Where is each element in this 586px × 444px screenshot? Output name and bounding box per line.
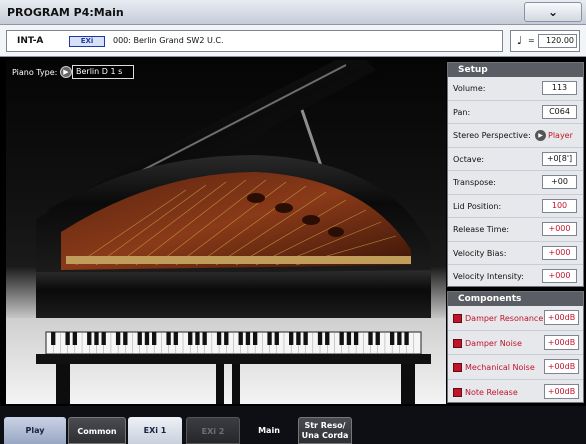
setup-header: Setup <box>448 63 583 77</box>
program-row: INT-A EXi 000: Berlin Grand SW2 U.C. ♩ =… <box>0 25 586 57</box>
grand-piano-illustration <box>6 60 446 404</box>
setup-row-stereo-perspective: Stereo Perspective: ▶ Player <box>448 124 583 148</box>
chevron-down-icon: ⌄ <box>547 5 559 19</box>
damper-noise-label: Damper Noise <box>465 338 522 348</box>
setup-row-lid-position: Lid Position: 100 <box>448 195 583 218</box>
setup-row-velocity-intensity: Velocity Intensity: +000 <box>448 265 583 289</box>
page-title: PROGRAM P4:Main <box>7 6 124 19</box>
tab-exi-2: EXi 2 <box>186 417 240 444</box>
note-release-checkbox[interactable] <box>453 387 462 397</box>
setup-row-release-time: Release Time: +000 <box>448 218 583 242</box>
damper-resonance-checkbox[interactable] <box>453 314 462 323</box>
tempo-field[interactable]: 120.00 <box>538 34 577 48</box>
release-time-label: Release Time: <box>453 225 510 234</box>
lid-position-label: Lid Position: <box>453 201 502 211</box>
setup-row-transpose: Transpose: +00 <box>448 171 583 195</box>
components-panel: Components Damper Resonance +00dB Damper… <box>447 291 584 403</box>
release-time-field[interactable]: +000 <box>542 222 577 236</box>
velocity-intensity-label: Velocity Intensity: <box>453 272 524 281</box>
piano-type-select[interactable]: Berlin D 1 s <box>72 65 134 79</box>
mechanical-noise-label: Mechanical Noise <box>465 363 535 372</box>
note-release-field[interactable]: +00dB <box>544 383 579 399</box>
page-menu-button[interactable]: ⌄ <box>524 2 582 22</box>
tab-str-reso-line2: Una Corda <box>301 431 349 440</box>
transpose-field[interactable]: +00 <box>542 175 577 189</box>
mechanical-noise-checkbox[interactable] <box>453 363 462 372</box>
pan-label: Pan: <box>453 107 471 117</box>
component-row-damper-noise: Damper Noise +00dB <box>448 331 583 355</box>
tab-common[interactable]: Common <box>68 417 126 444</box>
program-bank: INT-A <box>17 36 44 46</box>
tab-str-reso-line1: Str Reso/ <box>304 421 346 430</box>
component-row-damper-resonance: Damper Resonance +00dB <box>448 306 583 331</box>
arrow-right-icon[interactable]: ▶ <box>535 130 546 141</box>
exi-badge: EXi <box>69 36 105 47</box>
damper-resonance-label: Damper Resonance <box>465 314 544 323</box>
tempo-equals: = <box>528 36 535 45</box>
note-release-label: Note Release <box>465 387 518 397</box>
tab-play[interactable]: Play <box>4 417 66 444</box>
tab-bar: Play Common EXi 1 EXi 2 Main Str Reso/ U… <box>0 406 586 444</box>
lid-position-field[interactable]: 100 <box>542 198 577 213</box>
damper-noise-checkbox[interactable] <box>453 338 462 348</box>
program-select[interactable]: INT-A EXi 000: Berlin Grand SW2 U.C. <box>6 30 503 52</box>
setup-row-pan: Pan: C064 <box>448 101 583 124</box>
velocity-bias-label: Velocity Bias: <box>453 248 507 258</box>
tempo-box: ♩ = 120.00 <box>510 30 580 52</box>
setup-panel: Setup Volume: 113 Pan: C064 Stereo Persp… <box>447 62 584 287</box>
damper-resonance-field[interactable]: +00dB <box>544 310 579 325</box>
setup-row-volume: Volume: 113 <box>448 77 583 101</box>
velocity-intensity-field[interactable]: +000 <box>542 269 577 283</box>
arrow-right-icon[interactable]: ▶ <box>60 66 72 78</box>
setup-row-velocity-bias: Velocity Bias: +000 <box>448 242 583 265</box>
octave-field[interactable]: +0[8'] <box>542 151 577 166</box>
component-row-note-release: Note Release +00dB <box>448 380 583 405</box>
tab-main[interactable]: Main <box>244 417 294 444</box>
velocity-bias-field[interactable]: +000 <box>542 245 577 260</box>
damper-noise-field[interactable]: +00dB <box>544 334 579 350</box>
pan-field[interactable]: C064 <box>542 104 577 119</box>
title-bar: PROGRAM P4:Main ⌄ <box>0 0 586 25</box>
stereo-perspective-label: Stereo Perspective: <box>453 131 531 140</box>
setup-row-octave: Octave: +0[8'] <box>448 148 583 171</box>
octave-label: Octave: <box>453 154 485 164</box>
transpose-label: Transpose: <box>453 178 496 187</box>
piano-image: Piano Type: ▶ Berlin D 1 s <box>6 60 446 404</box>
component-row-mechanical-noise: Mechanical Noise +00dB <box>448 355 583 380</box>
volume-field[interactable]: 113 <box>542 81 577 95</box>
piano-type-label: Piano Type: <box>12 68 58 77</box>
quarter-note-icon: ♩ <box>517 34 523 47</box>
stereo-perspective-value[interactable]: Player <box>548 131 573 140</box>
mechanical-noise-field[interactable]: +00dB <box>544 359 579 374</box>
volume-label: Volume: <box>453 84 486 93</box>
components-header: Components <box>448 292 583 306</box>
program-name: 000: Berlin Grand SW2 U.C. <box>113 36 224 45</box>
tab-exi-1[interactable]: EXi 1 <box>128 417 182 444</box>
tab-str-reso-una-corda[interactable]: Str Reso/ Una Corda <box>298 417 352 444</box>
